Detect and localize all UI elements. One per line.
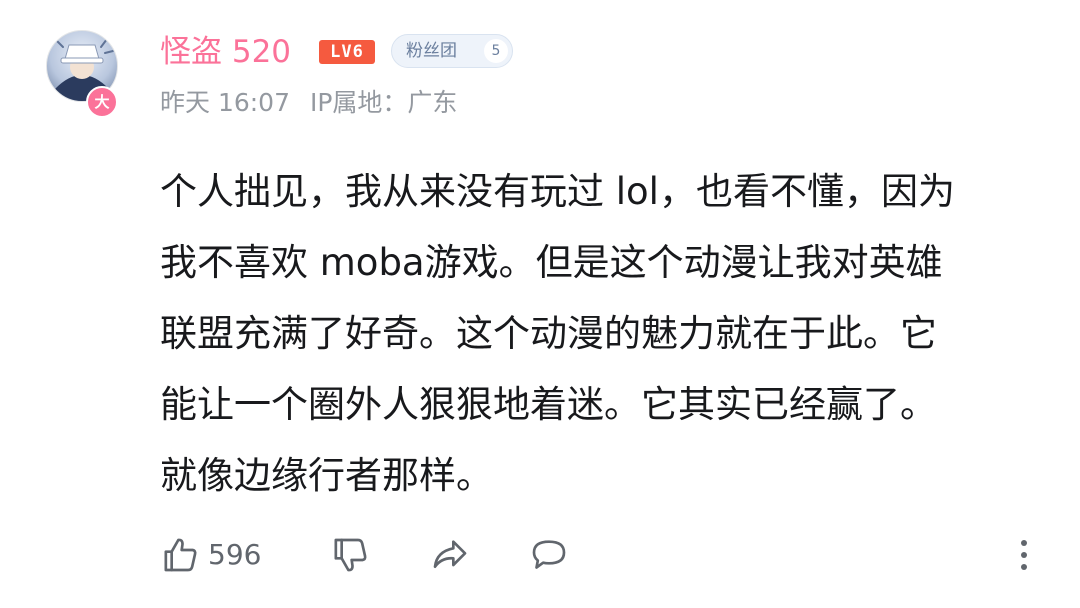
like-count: 596: [208, 538, 262, 571]
comment-actions: 596: [0, 525, 1080, 585]
reply-button[interactable]: [528, 531, 570, 579]
comment-line: 联盟充满了好奇。这个动漫的魅力就在于此。它: [160, 312, 937, 355]
comment-icon: [532, 540, 566, 569]
thumbs-down-icon: [334, 538, 367, 572]
fan-club-level: 5: [484, 39, 508, 63]
share-button[interactable]: [430, 531, 470, 579]
comment-line: 能让一个圈外人狠狠地着迷。它其实已经赢了。: [160, 383, 937, 426]
comment-line: 我不喜欢 moba游戏。但是这个动漫让我对英雄: [160, 241, 943, 284]
share-icon: [433, 540, 467, 568]
more-options-button[interactable]: [1010, 531, 1038, 579]
ip-location: IP属地：广东: [309, 88, 458, 117]
comment-meta: 昨天 16:07 IP属地：广东: [160, 84, 457, 122]
level-badge: LV6: [319, 40, 375, 64]
comment-line: 个人拙见，我从来没有玩过 lol，也看不懂，因为: [160, 170, 955, 213]
more-vertical-icon: [1021, 540, 1027, 570]
avatar-badge: 大: [86, 86, 118, 118]
comment-time: 昨天 16:07: [160, 88, 290, 117]
username[interactable]: 怪盗 520: [160, 30, 291, 74]
like-button[interactable]: 596: [160, 531, 261, 579]
fan-club-badge[interactable]: 粉丝团 5: [391, 34, 513, 68]
fan-club-label: 粉丝团: [406, 41, 457, 61]
thumbs-up-icon: [164, 538, 197, 572]
comment-line: 就像边缘行者那样。: [160, 454, 493, 497]
comment-content: 个人拙见，我从来没有玩过 lol，也看不懂，因为 我不喜欢 moba游戏。但是这…: [160, 156, 1040, 511]
dislike-button[interactable]: [330, 531, 370, 579]
